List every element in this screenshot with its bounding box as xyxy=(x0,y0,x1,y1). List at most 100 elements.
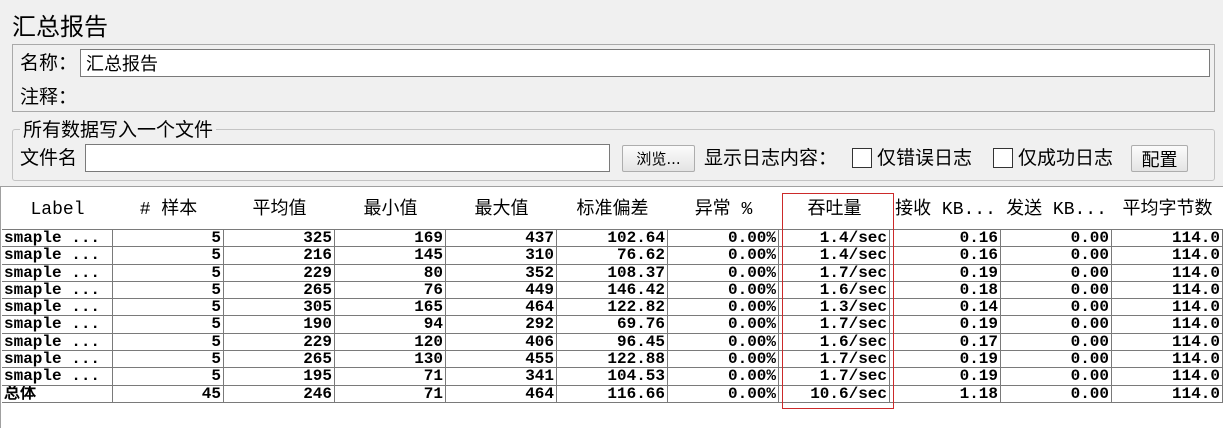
cell-received-kb: 0.19 xyxy=(890,351,1001,369)
cell-sent-kb: 0.00 xyxy=(1001,351,1112,369)
column-header-samples[interactable]: # 样本 xyxy=(113,190,224,229)
cell-avg-bytes: 114.0 xyxy=(1112,333,1223,352)
cell-sent-kb: 0.00 xyxy=(1001,385,1112,403)
cell-label: smaple ... xyxy=(2,230,113,248)
comment-input[interactable] xyxy=(80,84,1210,110)
cell-label: 总体 xyxy=(2,385,113,403)
cell-avg-bytes: 114.0 xyxy=(1112,316,1223,334)
configure-button[interactable]: 配置 xyxy=(1131,145,1188,172)
cell-samples: 45 xyxy=(113,385,224,403)
cell-label: smaple ... xyxy=(2,333,113,352)
cell-std-dev: 122.82 xyxy=(557,299,668,317)
cell-label: smaple ... xyxy=(2,368,113,386)
cell-min: 169 xyxy=(335,230,446,248)
cell-min: 71 xyxy=(335,368,446,386)
cell-average: 265 xyxy=(224,281,335,300)
table-row[interactable]: smaple ... 5 195 71 341 104.53 0.00% 1.7/sec 0.1… xyxy=(2,368,1223,386)
cell-max: 352 xyxy=(446,264,557,282)
cell-error-pct: 0.00% xyxy=(668,264,779,282)
cell-std-dev: 108.37 xyxy=(557,264,668,282)
errors-only-checkbox[interactable] xyxy=(852,148,872,168)
table-row[interactable]: smaple ... 5 305 165 464 122.82 0.00% 1.3/sec 0.… xyxy=(2,299,1223,317)
table-row[interactable]: smaple ... 5 190 94 292 69.76 0.00% 1.7/sec 0.19… xyxy=(2,316,1223,334)
column-header-received-kb[interactable]: 接收 KB... xyxy=(890,190,1001,229)
cell-received-kb: 0.14 xyxy=(890,299,1001,317)
cell-sent-kb: 0.00 xyxy=(1001,247,1112,265)
cell-received-kb: 0.19 xyxy=(890,316,1001,334)
cell-received-kb: 0.19 xyxy=(890,368,1001,386)
cell-label: smaple ... xyxy=(2,316,113,334)
table-row[interactable]: smaple ... 5 325 169 437 102.64 0.00% 1.4/sec 0.… xyxy=(2,230,1223,248)
file-output-legend: 所有数据写入一个文件 xyxy=(20,118,217,142)
cell-sent-kb: 0.00 xyxy=(1001,316,1112,334)
cell-label: smaple ... xyxy=(2,281,113,300)
column-header-max[interactable]: 最大值 xyxy=(446,190,557,229)
cell-min: 80 xyxy=(335,264,446,282)
cell-samples: 5 xyxy=(113,351,224,369)
cell-sent-kb: 0.00 xyxy=(1001,368,1112,386)
cell-error-pct: 0.00% xyxy=(668,247,779,265)
cell-throughput: 1.3/sec xyxy=(779,299,890,317)
success-only-checkbox[interactable] xyxy=(993,148,1013,168)
column-header-avg-bytes[interactable]: 平均字节数 xyxy=(1112,190,1223,229)
cell-average: 325 xyxy=(224,230,335,248)
cell-label: smaple ... xyxy=(2,264,113,282)
cell-average: 229 xyxy=(224,333,335,352)
cell-average: 195 xyxy=(224,368,335,386)
cell-max: 449 xyxy=(446,281,557,300)
cell-label: smaple ... xyxy=(2,299,113,317)
cell-average: 216 xyxy=(224,247,335,265)
table-row[interactable]: smaple ... 5 265 76 449 146.42 0.00% 1.6/sec 0.1… xyxy=(2,281,1223,300)
browse-button[interactable]: 浏览... xyxy=(622,145,695,172)
table-row[interactable]: smaple ... 5 216 145 310 76.62 0.00% 1.4/sec 0.1… xyxy=(2,247,1223,265)
column-header-label[interactable]: Label xyxy=(2,190,113,229)
table-row[interactable]: smaple ... 5 229 80 352 108.37 0.00% 1.7/sec 0.1… xyxy=(2,264,1223,282)
cell-error-pct: 0.00% xyxy=(668,281,779,300)
column-header-std-dev[interactable]: 标准偏差 xyxy=(557,190,668,229)
table-row[interactable]: smaple ... 5 229 120 406 96.45 0.00% 1.6/sec 0.1… xyxy=(2,333,1223,352)
cell-avg-bytes: 114.0 xyxy=(1112,264,1223,282)
cell-avg-bytes: 114.0 xyxy=(1112,230,1223,248)
cell-throughput: 1.6/sec xyxy=(779,281,890,300)
cell-error-pct: 0.00% xyxy=(668,385,779,403)
cell-throughput: 1.7/sec xyxy=(779,264,890,282)
cell-throughput: 1.7/sec xyxy=(779,351,890,369)
column-header-error-pct[interactable]: 异常 % xyxy=(668,190,779,229)
cell-sent-kb: 0.00 xyxy=(1001,230,1112,248)
cell-throughput: 1.6/sec xyxy=(779,333,890,352)
cell-sent-kb: 0.00 xyxy=(1001,333,1112,352)
cell-std-dev: 104.53 xyxy=(557,368,668,386)
name-input[interactable] xyxy=(80,49,1210,77)
column-header-throughput[interactable]: 吞吐量 xyxy=(779,190,890,229)
cell-std-dev: 69.76 xyxy=(557,316,668,334)
filename-label: 文件名 xyxy=(20,147,78,169)
column-header-sent-kb[interactable]: 发送 KB... xyxy=(1001,190,1112,229)
cell-avg-bytes: 114.0 xyxy=(1112,368,1223,386)
cell-sent-kb: 0.00 xyxy=(1001,281,1112,300)
success-only-label[interactable]: 仅成功日志 xyxy=(1018,146,1113,170)
cell-min: 76 xyxy=(335,281,446,300)
cell-samples: 5 xyxy=(113,299,224,317)
filename-input[interactable] xyxy=(85,144,610,172)
cell-error-pct: 0.00% xyxy=(668,333,779,352)
cell-sent-kb: 0.00 xyxy=(1001,264,1112,282)
cell-min: 130 xyxy=(335,351,446,369)
cell-avg-bytes: 114.0 xyxy=(1112,247,1223,265)
cell-samples: 5 xyxy=(113,230,224,248)
column-header-average[interactable]: 平均值 xyxy=(224,190,335,229)
cell-error-pct: 0.00% xyxy=(668,351,779,369)
cell-throughput: 10.6/sec xyxy=(779,385,890,403)
table-row[interactable]: smaple ... 5 265 130 455 122.88 0.00% 1.7/sec 0.… xyxy=(2,351,1223,369)
cell-max: 292 xyxy=(446,316,557,334)
cell-average: 265 xyxy=(224,351,335,369)
cell-std-dev: 76.62 xyxy=(557,247,668,265)
table-row-total[interactable]: 总体 45 246 71 464 116.66 0.00% 10.6/sec 1.18 0.00 1… xyxy=(2,385,1223,403)
cell-avg-bytes: 114.0 xyxy=(1112,385,1223,403)
cell-throughput: 1.4/sec xyxy=(779,230,890,248)
log-display-label: 显示日志内容： xyxy=(704,147,838,169)
cell-std-dev: 102.64 xyxy=(557,230,668,248)
errors-only-label[interactable]: 仅错误日志 xyxy=(877,146,972,170)
column-header-min[interactable]: 最小值 xyxy=(335,190,446,229)
cell-max: 406 xyxy=(446,333,557,352)
cell-received-kb: 0.16 xyxy=(890,230,1001,248)
